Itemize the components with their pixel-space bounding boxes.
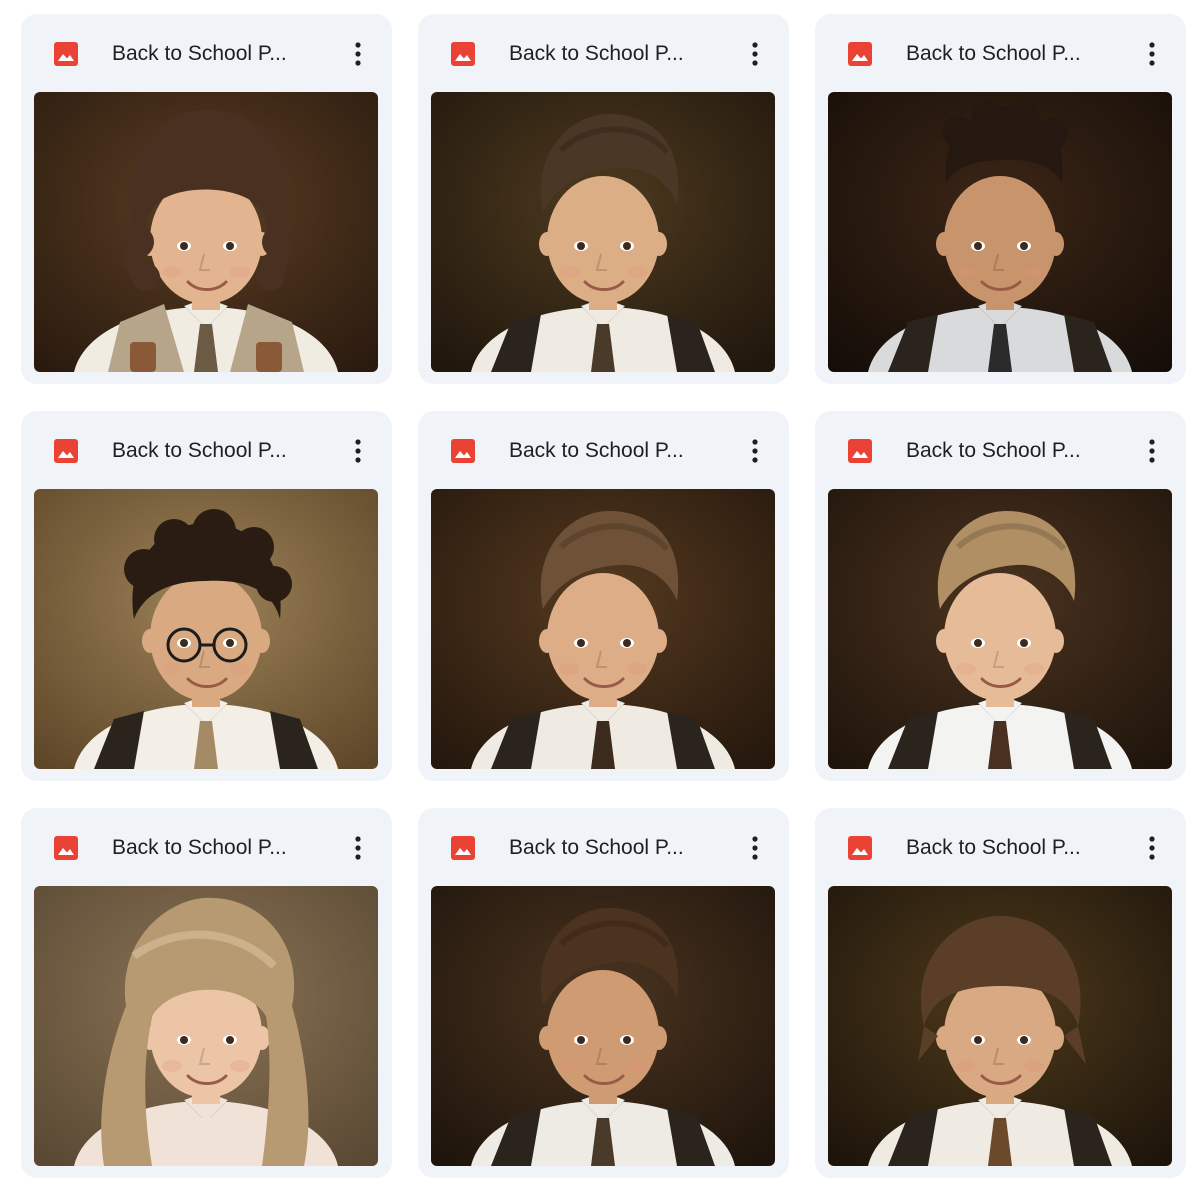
file-card[interactable]: Back to School P...	[815, 14, 1186, 384]
more-vert-icon	[355, 439, 361, 463]
more-vert-icon	[1149, 439, 1155, 463]
file-thumbnail[interactable]	[34, 489, 378, 769]
more-vert-icon	[752, 836, 758, 860]
file-card[interactable]: Back to School P...	[815, 411, 1186, 781]
file-thumbnail[interactable]	[34, 886, 378, 1166]
file-card[interactable]: Back to School P...	[418, 14, 789, 384]
more-vert-icon	[752, 42, 758, 66]
file-name[interactable]: Back to School P...	[906, 834, 1102, 862]
file-card[interactable]: Back to School P...	[21, 14, 392, 384]
file-thumbnail[interactable]	[431, 489, 775, 769]
file-thumbnail[interactable]	[828, 886, 1172, 1166]
image-icon	[449, 834, 477, 862]
more-options-button[interactable]	[342, 34, 374, 74]
file-thumbnail[interactable]	[828, 489, 1172, 769]
file-name[interactable]: Back to School P...	[906, 437, 1102, 465]
file-name[interactable]: Back to School P...	[906, 40, 1102, 68]
file-card[interactable]: Back to School P...	[815, 808, 1186, 1178]
more-options-button[interactable]	[1136, 431, 1168, 471]
image-icon	[52, 40, 80, 68]
image-icon	[846, 40, 874, 68]
file-card[interactable]: Back to School P...	[418, 411, 789, 781]
image-icon	[846, 834, 874, 862]
file-thumbnail[interactable]	[34, 92, 378, 372]
more-vert-icon	[752, 439, 758, 463]
more-options-button[interactable]	[342, 431, 374, 471]
file-card[interactable]: Back to School P...	[418, 808, 789, 1178]
file-name[interactable]: Back to School P...	[112, 40, 308, 68]
image-icon	[449, 40, 477, 68]
file-name[interactable]: Back to School P...	[509, 40, 705, 68]
file-thumbnail[interactable]	[431, 92, 775, 372]
more-options-button[interactable]	[739, 34, 771, 74]
file-grid: Back to School P... Back to School P... …	[21, 14, 1186, 1178]
more-vert-icon	[355, 42, 361, 66]
file-card[interactable]: Back to School P...	[21, 411, 392, 781]
file-name[interactable]: Back to School P...	[112, 834, 308, 862]
file-name[interactable]: Back to School P...	[509, 834, 705, 862]
more-options-button[interactable]	[1136, 828, 1168, 868]
more-vert-icon	[355, 836, 361, 860]
image-icon	[52, 834, 80, 862]
image-icon	[52, 437, 80, 465]
more-options-button[interactable]	[739, 828, 771, 868]
file-thumbnail[interactable]	[828, 92, 1172, 372]
more-options-button[interactable]	[1136, 34, 1168, 74]
more-vert-icon	[1149, 836, 1155, 860]
more-options-button[interactable]	[342, 828, 374, 868]
more-options-button[interactable]	[739, 431, 771, 471]
file-card[interactable]: Back to School P...	[21, 808, 392, 1178]
image-icon	[846, 437, 874, 465]
file-thumbnail[interactable]	[431, 886, 775, 1166]
file-name[interactable]: Back to School P...	[112, 437, 308, 465]
image-icon	[449, 437, 477, 465]
more-vert-icon	[1149, 42, 1155, 66]
file-name[interactable]: Back to School P...	[509, 437, 705, 465]
